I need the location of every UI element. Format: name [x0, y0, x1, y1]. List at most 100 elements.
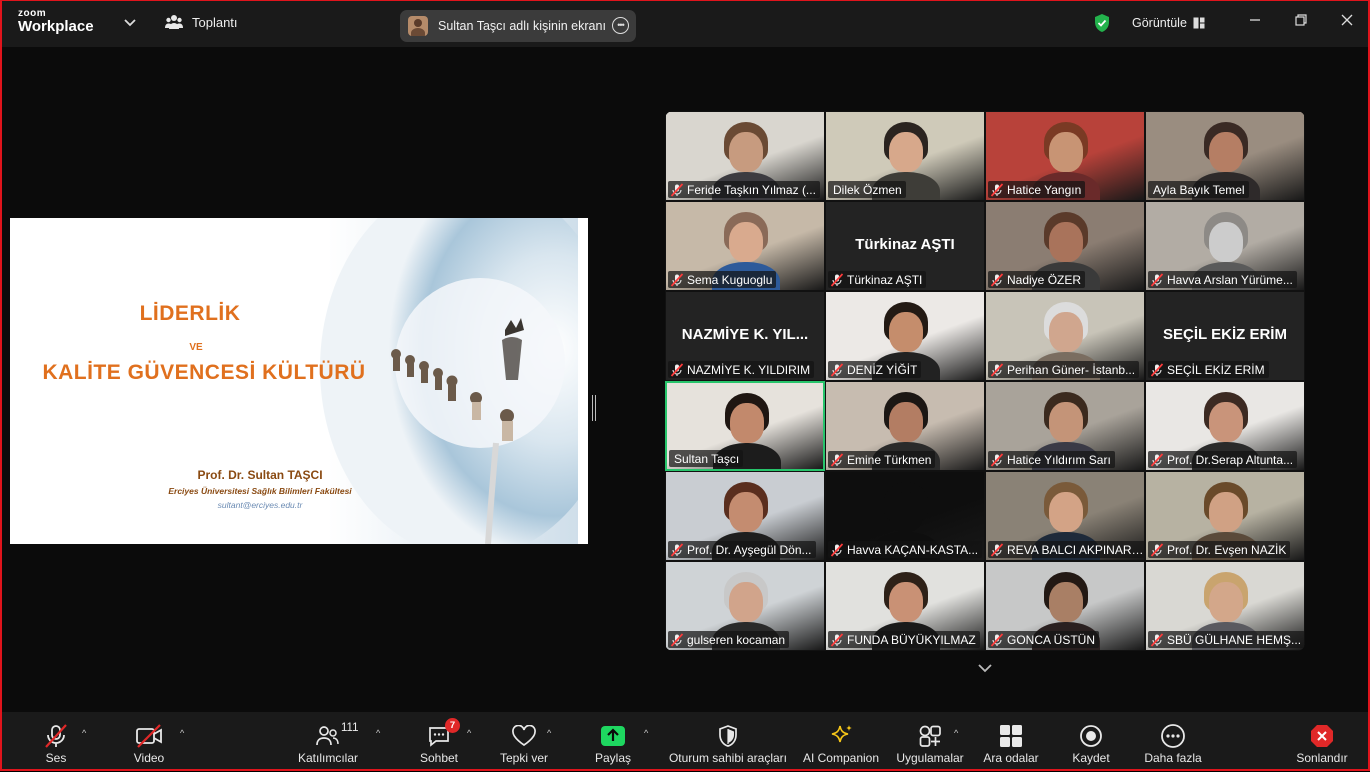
participants-button[interactable]: 111 Katılımcılar: [295, 712, 361, 769]
participant-tile[interactable]: DENİZ YİĞİT: [825, 291, 985, 381]
participant-nameplate: Prof. Dr. Evşen NAZİK: [1148, 541, 1291, 558]
person-face: [729, 582, 763, 622]
microphone-muted-icon: [990, 452, 1004, 467]
chevron-down-icon[interactable]: [977, 660, 993, 676]
slide-connector: VE: [189, 342, 203, 353]
participant-tile[interactable]: Türkinaz AŞTI Türkinaz AŞTI: [825, 201, 985, 291]
video-options-icon[interactable]: ^: [180, 728, 184, 738]
host-tools-button[interactable]: Oturum sahibi araçları: [668, 712, 788, 769]
restore-icon[interactable]: [1295, 11, 1307, 31]
participant-nameplate: Hatice Yıldırım Sarı: [988, 451, 1115, 468]
participant-tile[interactable]: REVA BALCI AKPINAR ...: [985, 471, 1145, 561]
layout-icon: [1193, 17, 1205, 29]
participant-tile[interactable]: Havva Arslan Yürüme...: [1145, 201, 1305, 291]
split-handle[interactable]: [592, 395, 596, 421]
end-meeting-button[interactable]: Sonlandır: [1292, 712, 1352, 769]
chat-button[interactable]: 7 Sohbet: [418, 712, 460, 769]
share-options-icon[interactable]: ^: [644, 728, 648, 738]
participants-options-icon[interactable]: ^: [376, 728, 380, 738]
breakout-rooms-button[interactable]: Ara odalar: [982, 712, 1040, 769]
participant-tile[interactable]: Ayla Bayık Temel: [1145, 111, 1305, 201]
participant-name: Dilek Özmen: [833, 182, 902, 197]
ai-companion-button[interactable]: AI Companion: [801, 712, 881, 769]
participant-nameplate: Feride Taşkın Yılmaz (...: [668, 181, 820, 198]
participant-nameplate: SEÇİL EKİZ ERİM: [1148, 361, 1269, 378]
participant-nameplate: GONCA ÜSTÜN: [988, 631, 1100, 648]
participant-tile[interactable]: Emine Türkmen: [825, 381, 985, 471]
person-face: [889, 132, 923, 172]
record-button[interactable]: Kaydet: [1070, 712, 1112, 769]
apps-options-icon[interactable]: ^: [954, 728, 958, 738]
chevron-down-icon[interactable]: [124, 15, 136, 30]
screen-share-indicator[interactable]: Sultan Taşcı adlı kişinin ekranı •••: [400, 10, 636, 42]
participant-tile[interactable]: Havva KAÇAN-KASTA...: [825, 471, 985, 561]
meeting-label: Toplantı: [192, 14, 238, 30]
share-button[interactable]: Paylaş: [593, 712, 633, 769]
participant-tile[interactable]: SEÇİL EKİZ ERİM SEÇİL EKİZ ERİM: [1145, 291, 1305, 381]
microphone-muted-icon: [1150, 362, 1164, 377]
participant-nameplate: Türkinaz AŞTI: [828, 271, 927, 288]
participant-tile[interactable]: Hatice Yıldırım Sarı: [985, 381, 1145, 471]
participant-name: Feride Taşkın Yılmaz (...: [687, 182, 816, 197]
participant-tile[interactable]: SBÜ GÜLHANE HEMŞ...: [1145, 561, 1305, 651]
microphone-muted-icon: [670, 362, 684, 377]
participant-tile[interactable]: GONCA ÜSTÜN: [985, 561, 1145, 651]
microphone-muted-icon: [670, 182, 684, 197]
participant-name: Prof. Dr. Evşen NAZİK: [1167, 542, 1287, 557]
participant-nameplate: Havva Arslan Yürüme...: [1148, 271, 1297, 288]
audio-button[interactable]: Ses: [36, 712, 76, 769]
more-options-icon[interactable]: •••: [612, 17, 629, 34]
participant-name: Sultan Taşcı: [674, 451, 740, 466]
participant-tile[interactable]: FUNDA BÜYÜKYILMAZ: [825, 561, 985, 651]
participant-tile[interactable]: Prof. Dr.Serap Altunta...: [1145, 381, 1305, 471]
view-button[interactable]: Görüntüle: [1132, 16, 1205, 30]
shield-icon[interactable]: [1093, 13, 1111, 38]
person-face: [729, 132, 763, 172]
react-button[interactable]: Tepki ver: [498, 712, 550, 769]
meeting-button[interactable]: Toplantı: [165, 14, 238, 30]
participant-name: gulseren kocaman: [687, 632, 786, 647]
participant-nameplate: Emine Türkmen: [828, 451, 936, 468]
slide-institution: Erciyes Üniversitesi Sağlık Bilimleri Fa…: [168, 486, 352, 496]
person-face: [1209, 492, 1243, 532]
minimize-icon[interactable]: [1249, 11, 1261, 31]
participant-tile[interactable]: Hatice Yangın: [985, 111, 1145, 201]
video-button[interactable]: Video: [128, 712, 170, 769]
participant-tile[interactable]: Nadiye ÖZER: [985, 201, 1145, 291]
close-icon[interactable]: [1341, 11, 1353, 31]
participant-name: Hatice Yangın: [1007, 182, 1082, 197]
participant-tile[interactable]: Feride Taşkın Yılmaz (...: [665, 111, 825, 201]
participant-tile[interactable]: Sema Kuguoglu: [665, 201, 825, 291]
participants-icon: [316, 726, 339, 746]
microphone-muted-icon: [670, 632, 684, 647]
participant-display-name: Türkinaz AŞTI: [855, 236, 955, 253]
participant-tile[interactable]: NAZMİYE K. YIL... NAZMİYE K. YILDIRIM: [665, 291, 825, 381]
slide-email: sultant@erciyes.edu.tr: [217, 500, 303, 510]
apps-button[interactable]: Uygulamalar: [895, 712, 965, 769]
participant-name: Türkinaz AŞTI: [847, 272, 923, 287]
person-face: [730, 403, 764, 443]
heart-icon: [512, 725, 536, 747]
participant-tile[interactable]: Perihan Güner- İstanb...: [985, 291, 1145, 381]
more-button[interactable]: Daha fazla: [1143, 712, 1203, 769]
participant-tile[interactable]: Prof. Dr. Evşen NAZİK: [1145, 471, 1305, 561]
audio-options-icon[interactable]: ^: [82, 728, 86, 738]
participant-name: Prof. Dr.Serap Altunta...: [1167, 452, 1294, 467]
participant-tile[interactable]: Prof. Dr. Ayşegül Dön...: [665, 471, 825, 561]
apps-icon: [919, 725, 941, 747]
participant-name: Nadiye ÖZER: [1007, 272, 1082, 287]
chat-options-icon[interactable]: ^: [467, 728, 471, 738]
participants-count: 111: [341, 722, 359, 734]
participant-display-name: SEÇİL EKİZ ERİM: [1163, 326, 1287, 343]
participant-tile[interactable]: Dilek Özmen: [825, 111, 985, 201]
person-face: [729, 222, 763, 262]
participant-name: REVA BALCI AKPINAR ...: [1007, 542, 1144, 557]
participant-nameplate: Nadiye ÖZER: [988, 271, 1086, 288]
react-options-icon[interactable]: ^: [547, 728, 551, 738]
participant-name: GONCA ÜSTÜN: [1007, 632, 1096, 647]
participant-tile[interactable]: gulseren kocaman: [665, 561, 825, 651]
more-icon: [1161, 724, 1185, 748]
microphone-muted-icon: [830, 452, 844, 467]
microphone-muted-icon: [1150, 452, 1164, 467]
participant-tile[interactable]: Sultan Taşcı: [665, 381, 825, 471]
